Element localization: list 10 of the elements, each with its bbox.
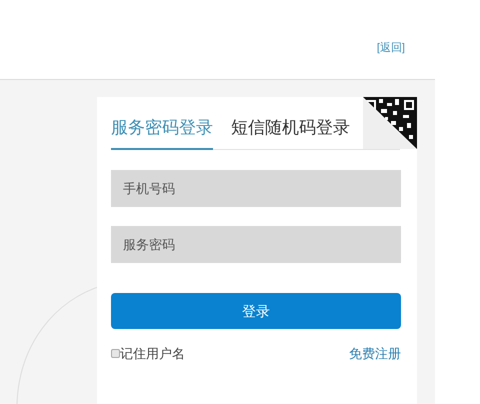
register-link[interactable]: 免费注册	[349, 344, 401, 364]
input-field[interactable]: 服务密码	[111, 226, 401, 263]
login-tab[interactable]: 短信随机码登录	[231, 114, 350, 150]
remember-label: 记住用户名	[120, 345, 185, 363]
qr-code-icon[interactable]	[363, 97, 417, 149]
remember-checkbox[interactable]	[111, 349, 120, 358]
login-button[interactable]: 登录	[111, 293, 401, 329]
back-link[interactable]: [返回]	[376, 40, 405, 56]
login-tab[interactable]: 服务密码登录	[111, 114, 213, 150]
input-field[interactable]: 手机号码	[111, 170, 401, 207]
